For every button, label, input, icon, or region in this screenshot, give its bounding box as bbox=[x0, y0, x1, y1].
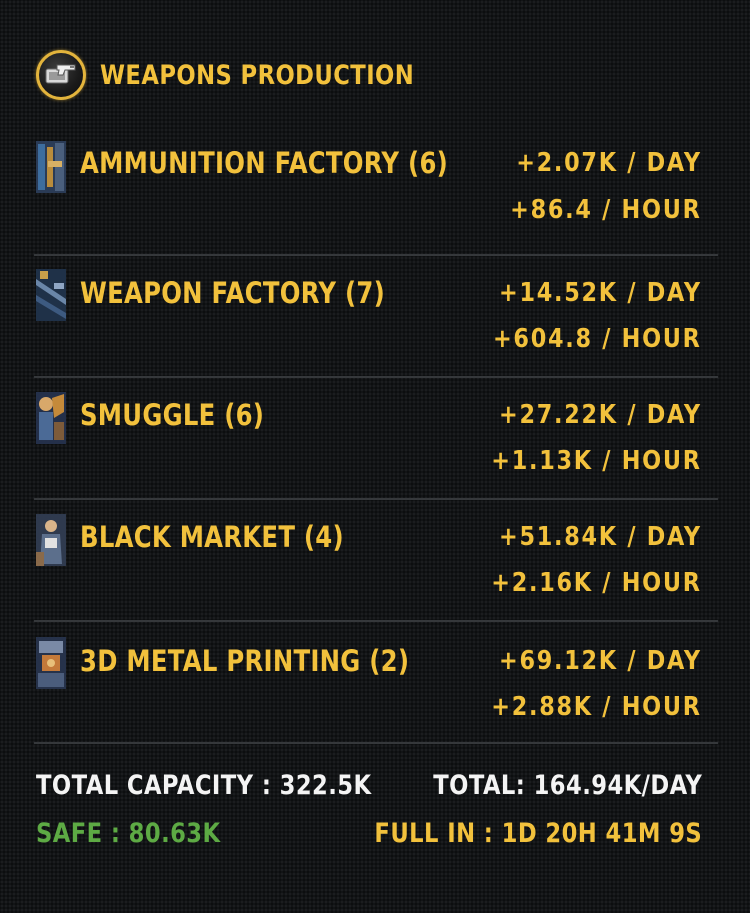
weapon-factory-thumbnail bbox=[36, 269, 66, 321]
total-capacity: TOTAL CAPACITY : 322.5K bbox=[36, 770, 372, 801]
full-in-timer: FULL IN : 1D 20H 41M 9S bbox=[374, 818, 702, 849]
rate-per-day: +69.12K / DAY bbox=[499, 646, 702, 676]
panel-title: WEAPONS PRODUCTION bbox=[100, 59, 415, 91]
rate-per-hour: +1.13K / HOUR bbox=[491, 446, 702, 476]
ammunition-factory-thumbnail bbox=[36, 141, 66, 193]
building-name: WEAPON FACTORY (7) bbox=[80, 276, 385, 310]
production-row-weapon-factory[interactable]: WEAPON FACTORY (7) +14.52K / DAY +604.8 … bbox=[34, 256, 718, 378]
rate-per-day: +2.07K / DAY bbox=[516, 148, 702, 178]
safe-amount: SAFE : 80.63K bbox=[36, 818, 221, 849]
total-per-day: TOTAL: 164.94K/DAY bbox=[432, 770, 702, 801]
rate-per-hour: +86.4 / HOUR bbox=[510, 195, 702, 225]
3d-metal-printing-thumbnail bbox=[36, 637, 66, 689]
gun-crate-icon bbox=[36, 50, 86, 100]
production-row-3d-metal-printing[interactable]: 3D METAL PRINTING (2) +69.12K / DAY +2.8… bbox=[34, 622, 718, 744]
production-row-smuggle[interactable]: SMUGGLE (6) +27.22K / DAY +1.13K / HOUR bbox=[34, 378, 718, 500]
building-name: 3D METAL PRINTING (2) bbox=[80, 644, 410, 678]
black-market-thumbnail bbox=[36, 514, 66, 566]
production-row-black-market[interactable]: BLACK MARKET (4) +51.84K / DAY +2.16K / … bbox=[34, 500, 718, 622]
rate-per-day: +51.84K / DAY bbox=[499, 522, 702, 552]
rate-per-hour: +604.8 / HOUR bbox=[493, 324, 702, 354]
building-name: BLACK MARKET (4) bbox=[80, 520, 344, 554]
rate-per-day: +14.52K / DAY bbox=[499, 278, 702, 308]
production-row-ammunition-factory[interactable]: AMMUNITION FACTORY (6) +2.07K / DAY +86.… bbox=[34, 134, 718, 256]
building-name: SMUGGLE (6) bbox=[80, 398, 265, 432]
smuggle-thumbnail bbox=[36, 392, 66, 444]
building-name: AMMUNITION FACTORY (6) bbox=[80, 146, 449, 180]
rate-per-day: +27.22K / DAY bbox=[499, 400, 702, 430]
weapons-production-panel: WEAPONS PRODUCTION AMMUNITION FACTORY (6… bbox=[0, 0, 750, 913]
rate-per-hour: +2.16K / HOUR bbox=[491, 568, 702, 598]
panel-header: WEAPONS PRODUCTION bbox=[36, 50, 474, 100]
rate-per-hour: +2.88K / HOUR bbox=[491, 692, 702, 722]
